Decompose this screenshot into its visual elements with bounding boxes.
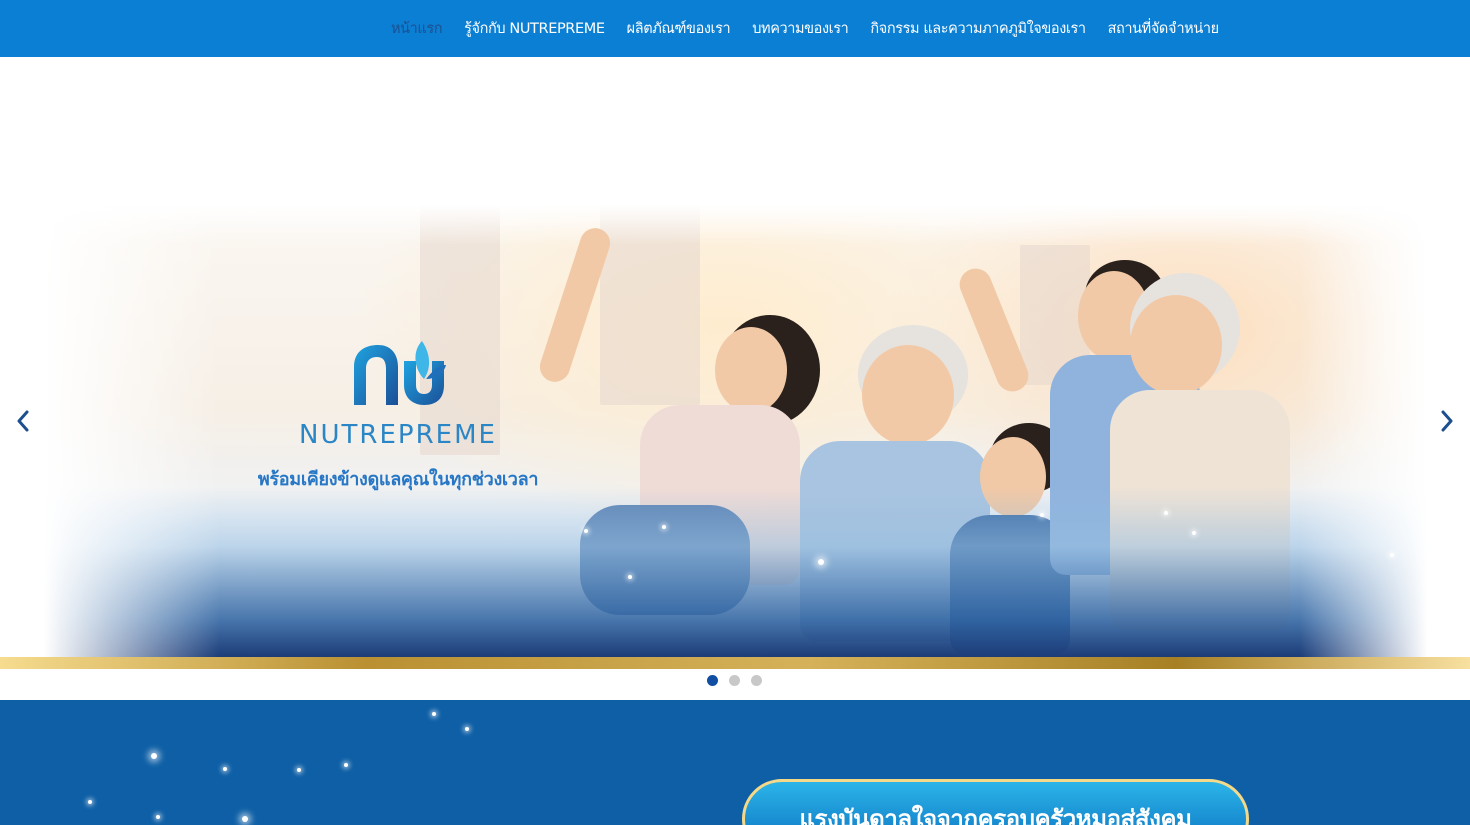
inspiration-section: แรงบันดาลใจจากครอบครัวหมอสู่สังคม (0, 700, 1470, 825)
gold-divider (0, 657, 1470, 669)
nav-item-articles[interactable]: บทความของเรา (752, 17, 848, 40)
nav-menu: หน้าแรก รู้จักกับ NUTREPREME ผลิตภัณฑ์ขอ… (380, 0, 1230, 57)
nav-item-about[interactable]: รู้จักกับ NUTREPREME (464, 17, 605, 40)
slider-next-button[interactable] (1432, 405, 1462, 437)
chevron-left-icon (17, 410, 29, 432)
chevron-right-icon (1441, 410, 1453, 432)
slider-dot-2[interactable] (729, 675, 740, 686)
nutrepreme-logo-icon (354, 341, 446, 405)
banner-title: แรงบันดาลใจจากครอบครัวหมอสู่สังคม (799, 805, 1192, 825)
nav-item-stores[interactable]: สถานที่จัดจำหน่าย (1108, 17, 1220, 40)
hero-slider: NUTREPREME พร้อมเคียงข้างดูแลคุณในทุกช่ว… (0, 57, 1470, 700)
inspiration-banner: แรงบันดาลใจจากครอบครัวหมอสู่สังคม (742, 779, 1249, 825)
nav-item-activities[interactable]: กิจกรรม และความภาคภูมิใจของเรา (870, 17, 1086, 40)
brand-name: NUTREPREME (299, 420, 497, 450)
slider-prev-button[interactable] (8, 405, 38, 437)
slider-dot-1[interactable] (707, 675, 718, 686)
slider-dot-3[interactable] (751, 675, 762, 686)
top-navigation: หน้าแรก รู้จักกับ NUTREPREME ผลิตภัณฑ์ขอ… (0, 0, 1470, 57)
hero-tagline: พร้อมเคียงข้างดูแลคุณในทุกช่วงเวลา (257, 469, 539, 490)
hero-family-image (0, 205, 1470, 657)
nav-item-home[interactable]: หน้าแรก (391, 17, 443, 40)
nav-item-products[interactable]: ผลิตภัณฑ์ของเรา (627, 17, 731, 40)
slider-pagination (707, 675, 773, 686)
